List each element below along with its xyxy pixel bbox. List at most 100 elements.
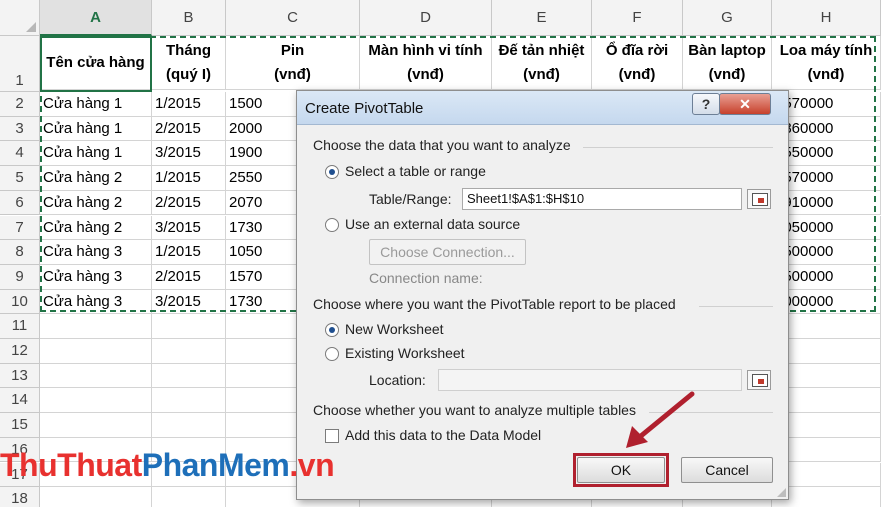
cell-b11[interactable] — [152, 314, 226, 339]
select-table-label[interactable]: Select a table or range — [345, 163, 486, 179]
watermark-part3: .vn — [289, 447, 335, 483]
cell-a12[interactable] — [40, 339, 152, 364]
cell-a8[interactable]: Cửa hàng 3 — [40, 240, 152, 265]
cell-a3[interactable]: Cửa hàng 1 — [40, 116, 152, 142]
watermark-logo: ThuThuatPhanMem.vn — [0, 447, 335, 484]
row-header-7[interactable]: 7 — [0, 215, 40, 241]
cell-a14[interactable] — [40, 388, 152, 414]
data-model-checkbox[interactable] — [325, 429, 339, 443]
cell-a18[interactable] — [40, 487, 152, 507]
cell-b13[interactable] — [152, 363, 226, 389]
table-header-cell[interactable]: Đế tản nhiệt (vnđ) — [492, 36, 592, 90]
external-source-radio[interactable] — [325, 218, 339, 232]
row-header-12[interactable]: 12 — [0, 339, 40, 364]
column-header-d[interactable]: D — [360, 0, 492, 36]
divider — [699, 306, 773, 307]
header-text: Bàn laptop — [688, 42, 766, 59]
existing-worksheet-radio[interactable] — [325, 347, 339, 361]
watermark-part1: ThuThuat — [0, 447, 142, 483]
connection-name-label: Connection name: — [369, 270, 483, 286]
cell-b10[interactable]: 3/2015 — [152, 289, 226, 315]
select-table-radio[interactable] — [325, 165, 339, 179]
row-header-18[interactable]: 18 — [0, 487, 40, 507]
cell-a13[interactable] — [40, 363, 152, 389]
existing-worksheet-label[interactable]: Existing Worksheet — [345, 345, 465, 361]
column-header-h[interactable]: H — [772, 0, 881, 36]
new-worksheet-radio[interactable] — [325, 323, 339, 337]
row-header-9[interactable]: 9 — [0, 264, 40, 290]
column-header-f[interactable]: F — [592, 0, 683, 36]
cell-b6[interactable]: 2/2015 — [152, 190, 226, 216]
row-header-2[interactable]: 2 — [0, 92, 40, 117]
row-header-8[interactable]: 8 — [0, 240, 40, 265]
row-header-1[interactable]: 1 — [0, 36, 40, 92]
cell-a2[interactable]: Cửa hàng 1 — [40, 92, 152, 117]
range-collapse-button[interactable] — [747, 189, 771, 209]
ok-button[interactable]: OK — [577, 457, 665, 483]
location-input[interactable] — [438, 369, 742, 391]
table-header-cell[interactable]: Ổ đĩa rời (vnđ) — [592, 36, 683, 90]
row-header-10[interactable]: 10 — [0, 289, 40, 315]
section-analyze-data: Choose the data that you want to analyze — [313, 137, 571, 153]
column-header-c[interactable]: C — [226, 0, 360, 36]
cell-a4[interactable]: Cửa hàng 1 — [40, 141, 152, 167]
row-header-5[interactable]: 5 — [0, 166, 40, 191]
row-header-4[interactable]: 4 — [0, 141, 40, 167]
row-header-14[interactable]: 14 — [0, 388, 40, 414]
new-worksheet-label[interactable]: New Worksheet — [345, 321, 444, 337]
external-source-label[interactable]: Use an external data source — [345, 216, 520, 232]
table-header-cell[interactable]: Tên cửa hàng — [40, 36, 152, 90]
cell-b7[interactable]: 3/2015 — [152, 215, 226, 241]
cell-b18[interactable] — [152, 487, 226, 507]
header-text: Loa máy tính — [779, 42, 873, 59]
select-all-corner[interactable] — [0, 0, 40, 36]
cell-b12[interactable] — [152, 339, 226, 364]
cell-a15[interactable] — [40, 413, 152, 438]
row-header-3[interactable]: 3 — [0, 116, 40, 142]
cell-a11[interactable] — [40, 314, 152, 339]
create-pivottable-dialog: Create PivotTable ? ✕ Choose the data th… — [296, 90, 789, 500]
table-header-cell[interactable]: Màn hình vi tính (vnđ) — [360, 36, 492, 90]
cell-a5[interactable]: Cửa hàng 2 — [40, 166, 152, 191]
help-button[interactable]: ? — [692, 93, 720, 115]
table-range-label: Table/Range: — [369, 191, 452, 207]
header-text: Ổ đĩa rời — [605, 42, 669, 59]
cell-b2[interactable]: 1/2015 — [152, 92, 226, 117]
table-header-cell[interactable]: Loa máy tính (vnđ) — [772, 36, 881, 90]
dialog-titlebar[interactable]: Create PivotTable ? ✕ — [297, 91, 788, 125]
cell-b14[interactable] — [152, 388, 226, 414]
cell-b8[interactable]: 1/2015 — [152, 240, 226, 265]
close-button[interactable]: ✕ — [719, 93, 771, 115]
help-icon: ? — [701, 96, 711, 112]
cell-a9[interactable]: Cửa hàng 3 — [40, 264, 152, 290]
cell-a6[interactable]: Cửa hàng 2 — [40, 190, 152, 216]
cancel-button[interactable]: Cancel — [681, 457, 773, 483]
table-header-cell[interactable]: Tháng (quý I) — [152, 36, 226, 90]
row-header-13[interactable]: 13 — [0, 363, 40, 389]
choose-connection-button[interactable]: Choose Connection... — [369, 239, 526, 265]
divider — [649, 412, 773, 413]
cell-b4[interactable]: 3/2015 — [152, 141, 226, 167]
resize-grip[interactable] — [776, 487, 786, 497]
column-header-e[interactable]: E — [492, 0, 592, 36]
row-header-15[interactable]: 15 — [0, 413, 40, 438]
column-header-b[interactable]: B — [152, 0, 226, 36]
table-header-cell[interactable]: Bàn laptop (vnđ) — [683, 36, 772, 90]
column-header-g[interactable]: G — [683, 0, 772, 36]
column-header-a[interactable]: A — [40, 0, 152, 36]
section-placement: Choose where you want the PivotTable rep… — [313, 296, 676, 312]
table-range-input[interactable]: Sheet1!$A$1:$H$10 — [462, 188, 742, 210]
cell-a10[interactable]: Cửa hàng 3 — [40, 289, 152, 315]
location-collapse-button[interactable] — [747, 370, 771, 390]
cell-b15[interactable] — [152, 413, 226, 438]
data-model-label[interactable]: Add this data to the Data Model — [345, 427, 541, 443]
row-header-11[interactable]: 11 — [0, 314, 40, 339]
table-range-value: Sheet1!$A$1:$H$10 — [467, 191, 585, 206]
cell-a7[interactable]: Cửa hàng 2 — [40, 215, 152, 241]
header-text: Tên cửa hàng — [46, 54, 145, 71]
table-header-cell[interactable]: Pin (vnđ) — [226, 36, 360, 90]
cell-b3[interactable]: 2/2015 — [152, 116, 226, 142]
cell-b9[interactable]: 2/2015 — [152, 264, 226, 290]
cell-b5[interactable]: 1/2015 — [152, 166, 226, 191]
row-header-6[interactable]: 6 — [0, 190, 40, 216]
